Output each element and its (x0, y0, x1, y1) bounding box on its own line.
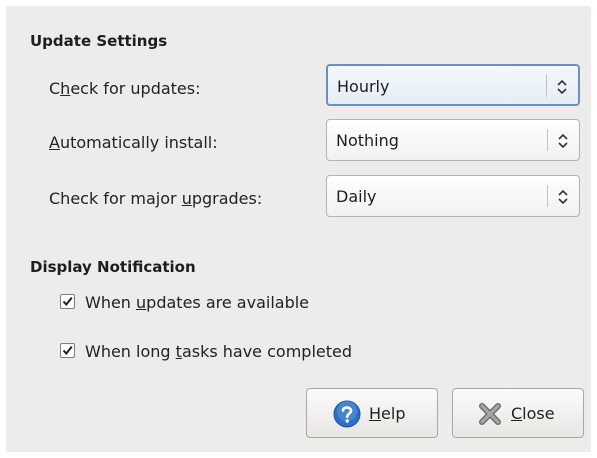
combo-separator (546, 75, 547, 97)
checkmark-icon (62, 296, 73, 307)
long-tasks-completed-checkbox[interactable] (60, 343, 75, 358)
updates-available-label: When updates are available (85, 293, 310, 312)
close-button-label: Close (511, 404, 555, 423)
close-icon (477, 401, 503, 431)
check-for-updates-value: Hourly (337, 77, 390, 96)
help-button[interactable]: Help (306, 388, 438, 438)
update-settings-heading: Update Settings (30, 32, 168, 50)
combo-separator (547, 185, 548, 207)
close-button[interactable]: Close (452, 388, 584, 438)
automatically-install-label: Automatically install: (49, 133, 218, 152)
up-down-arrows-icon (555, 187, 571, 207)
long-tasks-completed-label: When long tasks have completed (85, 342, 352, 361)
up-down-arrows-icon (554, 77, 570, 97)
display-notification-heading: Display Notification (30, 258, 196, 276)
automatically-install-combo[interactable]: Nothing (326, 119, 580, 161)
help-icon (333, 400, 361, 432)
check-for-major-upgrades-value: Daily (336, 187, 377, 206)
check-for-updates-label: Check for updates: (49, 79, 201, 98)
help-button-label: Help (369, 404, 406, 423)
check-for-updates-combo[interactable]: Hourly (326, 64, 580, 106)
combo-separator (547, 129, 548, 151)
checkmark-icon (62, 345, 73, 356)
check-for-major-upgrades-combo[interactable]: Daily (326, 175, 580, 217)
check-for-major-upgrades-label: Check for major upgrades: (49, 189, 263, 208)
up-down-arrows-icon (555, 131, 571, 151)
updates-available-checkbox[interactable] (60, 294, 75, 309)
update-preferences-dialog: Update Settings Check for updates: Hourl… (6, 6, 591, 452)
automatically-install-value: Nothing (336, 131, 399, 150)
